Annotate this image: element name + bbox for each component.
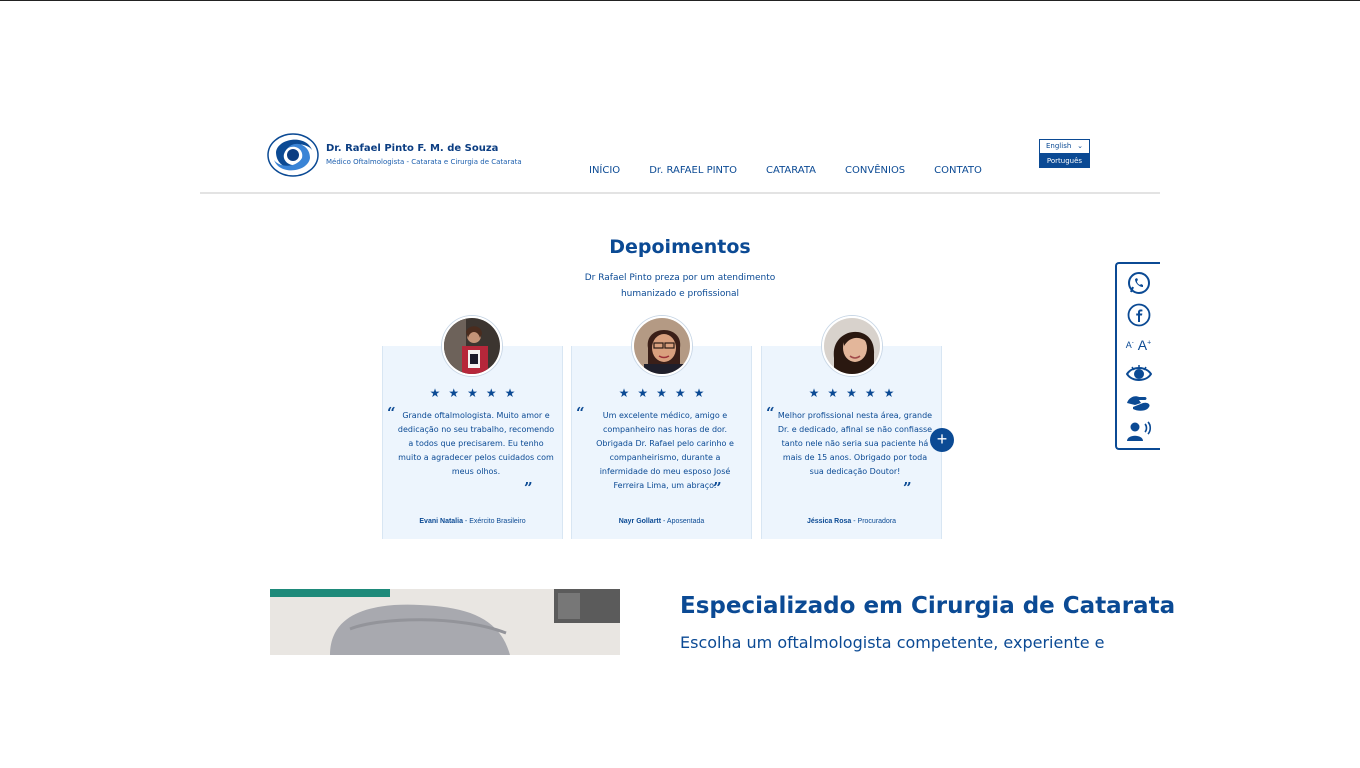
- testimonial-author: Nayr Gollartt - Aposentada: [572, 518, 751, 525]
- rating-stars: ★★★★★: [618, 386, 713, 400]
- font-decrease-button[interactable]: A-: [1126, 340, 1134, 350]
- nav-item-catarata[interactable]: CATARATA: [766, 165, 816, 176]
- author-role: - Exército Brasileiro: [462, 518, 526, 525]
- author-role: - Procuradora: [851, 518, 897, 525]
- surgeon-photo: [270, 589, 620, 655]
- nav-item-dr-rafael-pinto[interactable]: Dr. RAFAEL PINTO: [649, 165, 737, 176]
- quote-open-icon: “: [576, 404, 585, 422]
- author-name: Jéssica Rosa: [806, 518, 852, 525]
- surgeon-image-icon: [270, 589, 620, 655]
- avatar: [442, 316, 502, 376]
- language-select[interactable]: English ⌄: [1039, 139, 1090, 154]
- language-option-portugues[interactable]: Português: [1039, 154, 1090, 168]
- sign-language-icon[interactable]: [1117, 390, 1160, 414]
- testimonials-subtitle: Dr Rafael Pinto preza por um atendimento…: [584, 273, 776, 299]
- accessibility-toolbar: A- A+: [1115, 262, 1160, 450]
- rating-stars: ★★★★★: [429, 386, 524, 400]
- testimonial-author: Jéssica Rosa - Procuradora: [762, 518, 941, 525]
- testimonials-title: Depoimentos: [609, 236, 751, 258]
- font-size-icon[interactable]: A- A+: [1117, 334, 1160, 356]
- whatsapp-icon[interactable]: [1117, 270, 1160, 296]
- brand-name[interactable]: Dr. Rafael Pinto F. M. de Souza: [326, 143, 498, 154]
- avatar: [822, 316, 882, 376]
- quote-close-icon: ”: [903, 479, 912, 497]
- site-header: Dr. Rafael Pinto F. M. de Souza Médico O…: [200, 120, 1160, 194]
- testimonial-text: Melhor profissional nesta área, grande D…: [777, 411, 933, 476]
- brand-subtitle: Médico Oftalmologista - Catarata e Cirur…: [326, 158, 522, 166]
- language-selector: English ⌄ Português: [1039, 139, 1090, 168]
- nav-item-contato[interactable]: CONTATO: [934, 165, 982, 176]
- nav-item-inicio[interactable]: INÍCIO: [589, 165, 620, 176]
- author-role: - Aposentada: [661, 518, 705, 525]
- quote-open-icon: “: [766, 404, 775, 422]
- logo-icon[interactable]: [266, 132, 320, 178]
- main-nav: INÍCIO Dr. RAFAEL PINTO CATARATA CONVÊNI…: [589, 165, 982, 176]
- quote-close-icon: ”: [713, 479, 722, 497]
- facebook-icon[interactable]: [1117, 302, 1160, 328]
- avatar: [632, 316, 692, 376]
- author-name: Evani Natalia: [419, 518, 463, 525]
- rating-stars: ★★★★★: [808, 386, 903, 400]
- top-border: [0, 0, 1360, 1]
- specialization-subtitle: Escolha um oftalmologista competente, ex…: [680, 633, 1105, 652]
- screen-reader-icon[interactable]: [1117, 420, 1160, 444]
- author-name: Nayr Gollartt: [618, 518, 662, 525]
- contrast-eye-icon[interactable]: [1117, 362, 1160, 386]
- chevron-down-icon: ⌄: [1077, 142, 1083, 150]
- testimonial-text: Grande oftalmologista. Muito amor e dedi…: [397, 411, 555, 476]
- language-selected: English: [1046, 142, 1072, 150]
- font-increase-button[interactable]: A+: [1138, 337, 1151, 353]
- testimonial-author: Evani Natalia - Exército Brasileiro: [383, 518, 562, 525]
- quote-close-icon: ”: [524, 479, 533, 497]
- more-testimonials-button[interactable]: +: [930, 428, 954, 452]
- specialization-title: Especializado em Cirurgia de Catarata: [680, 593, 1176, 619]
- quote-open-icon: “: [387, 404, 396, 422]
- nav-item-convenios[interactable]: CONVÊNIOS: [845, 165, 905, 176]
